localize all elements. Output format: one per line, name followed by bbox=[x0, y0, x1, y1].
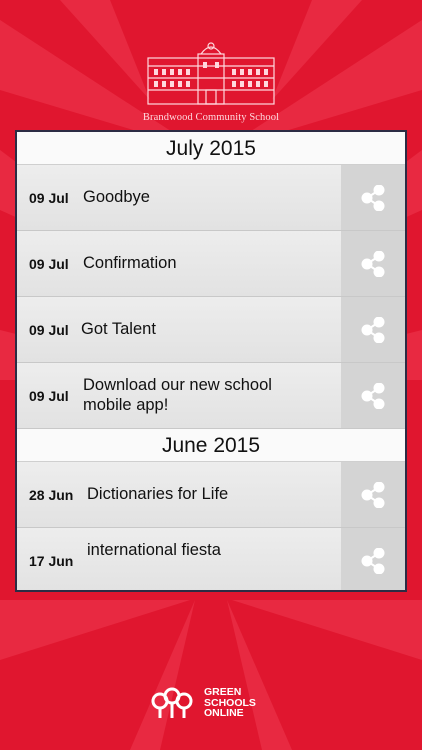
share-icon bbox=[361, 184, 385, 211]
news-date: 17 Jun bbox=[29, 553, 74, 569]
news-date: 28 Jun bbox=[29, 487, 74, 503]
footer-line3: ONLINE bbox=[204, 707, 244, 720]
share-button[interactable] bbox=[341, 231, 405, 296]
footer-label: GREEN SCHOOLS ONLINE bbox=[204, 687, 256, 719]
school-name: Brandwood Community School bbox=[142, 112, 280, 123]
share-icon bbox=[361, 250, 385, 277]
share-icon bbox=[361, 547, 385, 574]
share-icon bbox=[361, 481, 385, 508]
school-logo: Brandwood Community School bbox=[0, 38, 422, 130]
share-icon bbox=[361, 316, 385, 343]
news-list: July 2015 09 Jul Goodbye 09 Jul Confirma… bbox=[15, 130, 407, 592]
green-schools-online-logo: GREEN SCHOOLS ONLINE bbox=[150, 683, 256, 723]
green-schools-logo-icon bbox=[151, 687, 193, 718]
share-button[interactable] bbox=[341, 297, 405, 362]
news-date: 09 Jul bbox=[29, 388, 69, 404]
share-icon bbox=[361, 382, 385, 409]
news-item[interactable]: 09 Jul Goodbye bbox=[17, 165, 405, 231]
news-item[interactable]: 17 Jun international fiesta bbox=[17, 528, 405, 590]
school-building-icon bbox=[147, 42, 275, 105]
news-title: Got Talent bbox=[81, 320, 156, 338]
month-header: July 2015 bbox=[17, 132, 405, 165]
share-button[interactable] bbox=[341, 462, 405, 527]
news-title: Goodbye bbox=[83, 188, 150, 206]
news-date: 09 Jul bbox=[29, 322, 69, 338]
news-item[interactable]: 09 Jul Download our new school mobile ap… bbox=[17, 363, 405, 429]
news-title: international fiesta bbox=[87, 541, 221, 559]
month-header: June 2015 bbox=[17, 429, 405, 462]
news-item[interactable]: 09 Jul Confirmation bbox=[17, 231, 405, 297]
news-item[interactable]: 09 Jul Got Talent bbox=[17, 297, 405, 363]
news-date: 09 Jul bbox=[29, 256, 69, 272]
news-date: 09 Jul bbox=[29, 190, 69, 206]
share-button[interactable] bbox=[341, 528, 405, 590]
news-title: Dictionaries for Life bbox=[87, 485, 229, 503]
news-title: Download our new school mobile app! bbox=[83, 376, 272, 414]
share-button[interactable] bbox=[341, 363, 405, 428]
news-title: Confirmation bbox=[83, 254, 177, 272]
share-button[interactable] bbox=[341, 165, 405, 230]
news-item[interactable]: 28 Jun Dictionaries for Life bbox=[17, 462, 405, 528]
